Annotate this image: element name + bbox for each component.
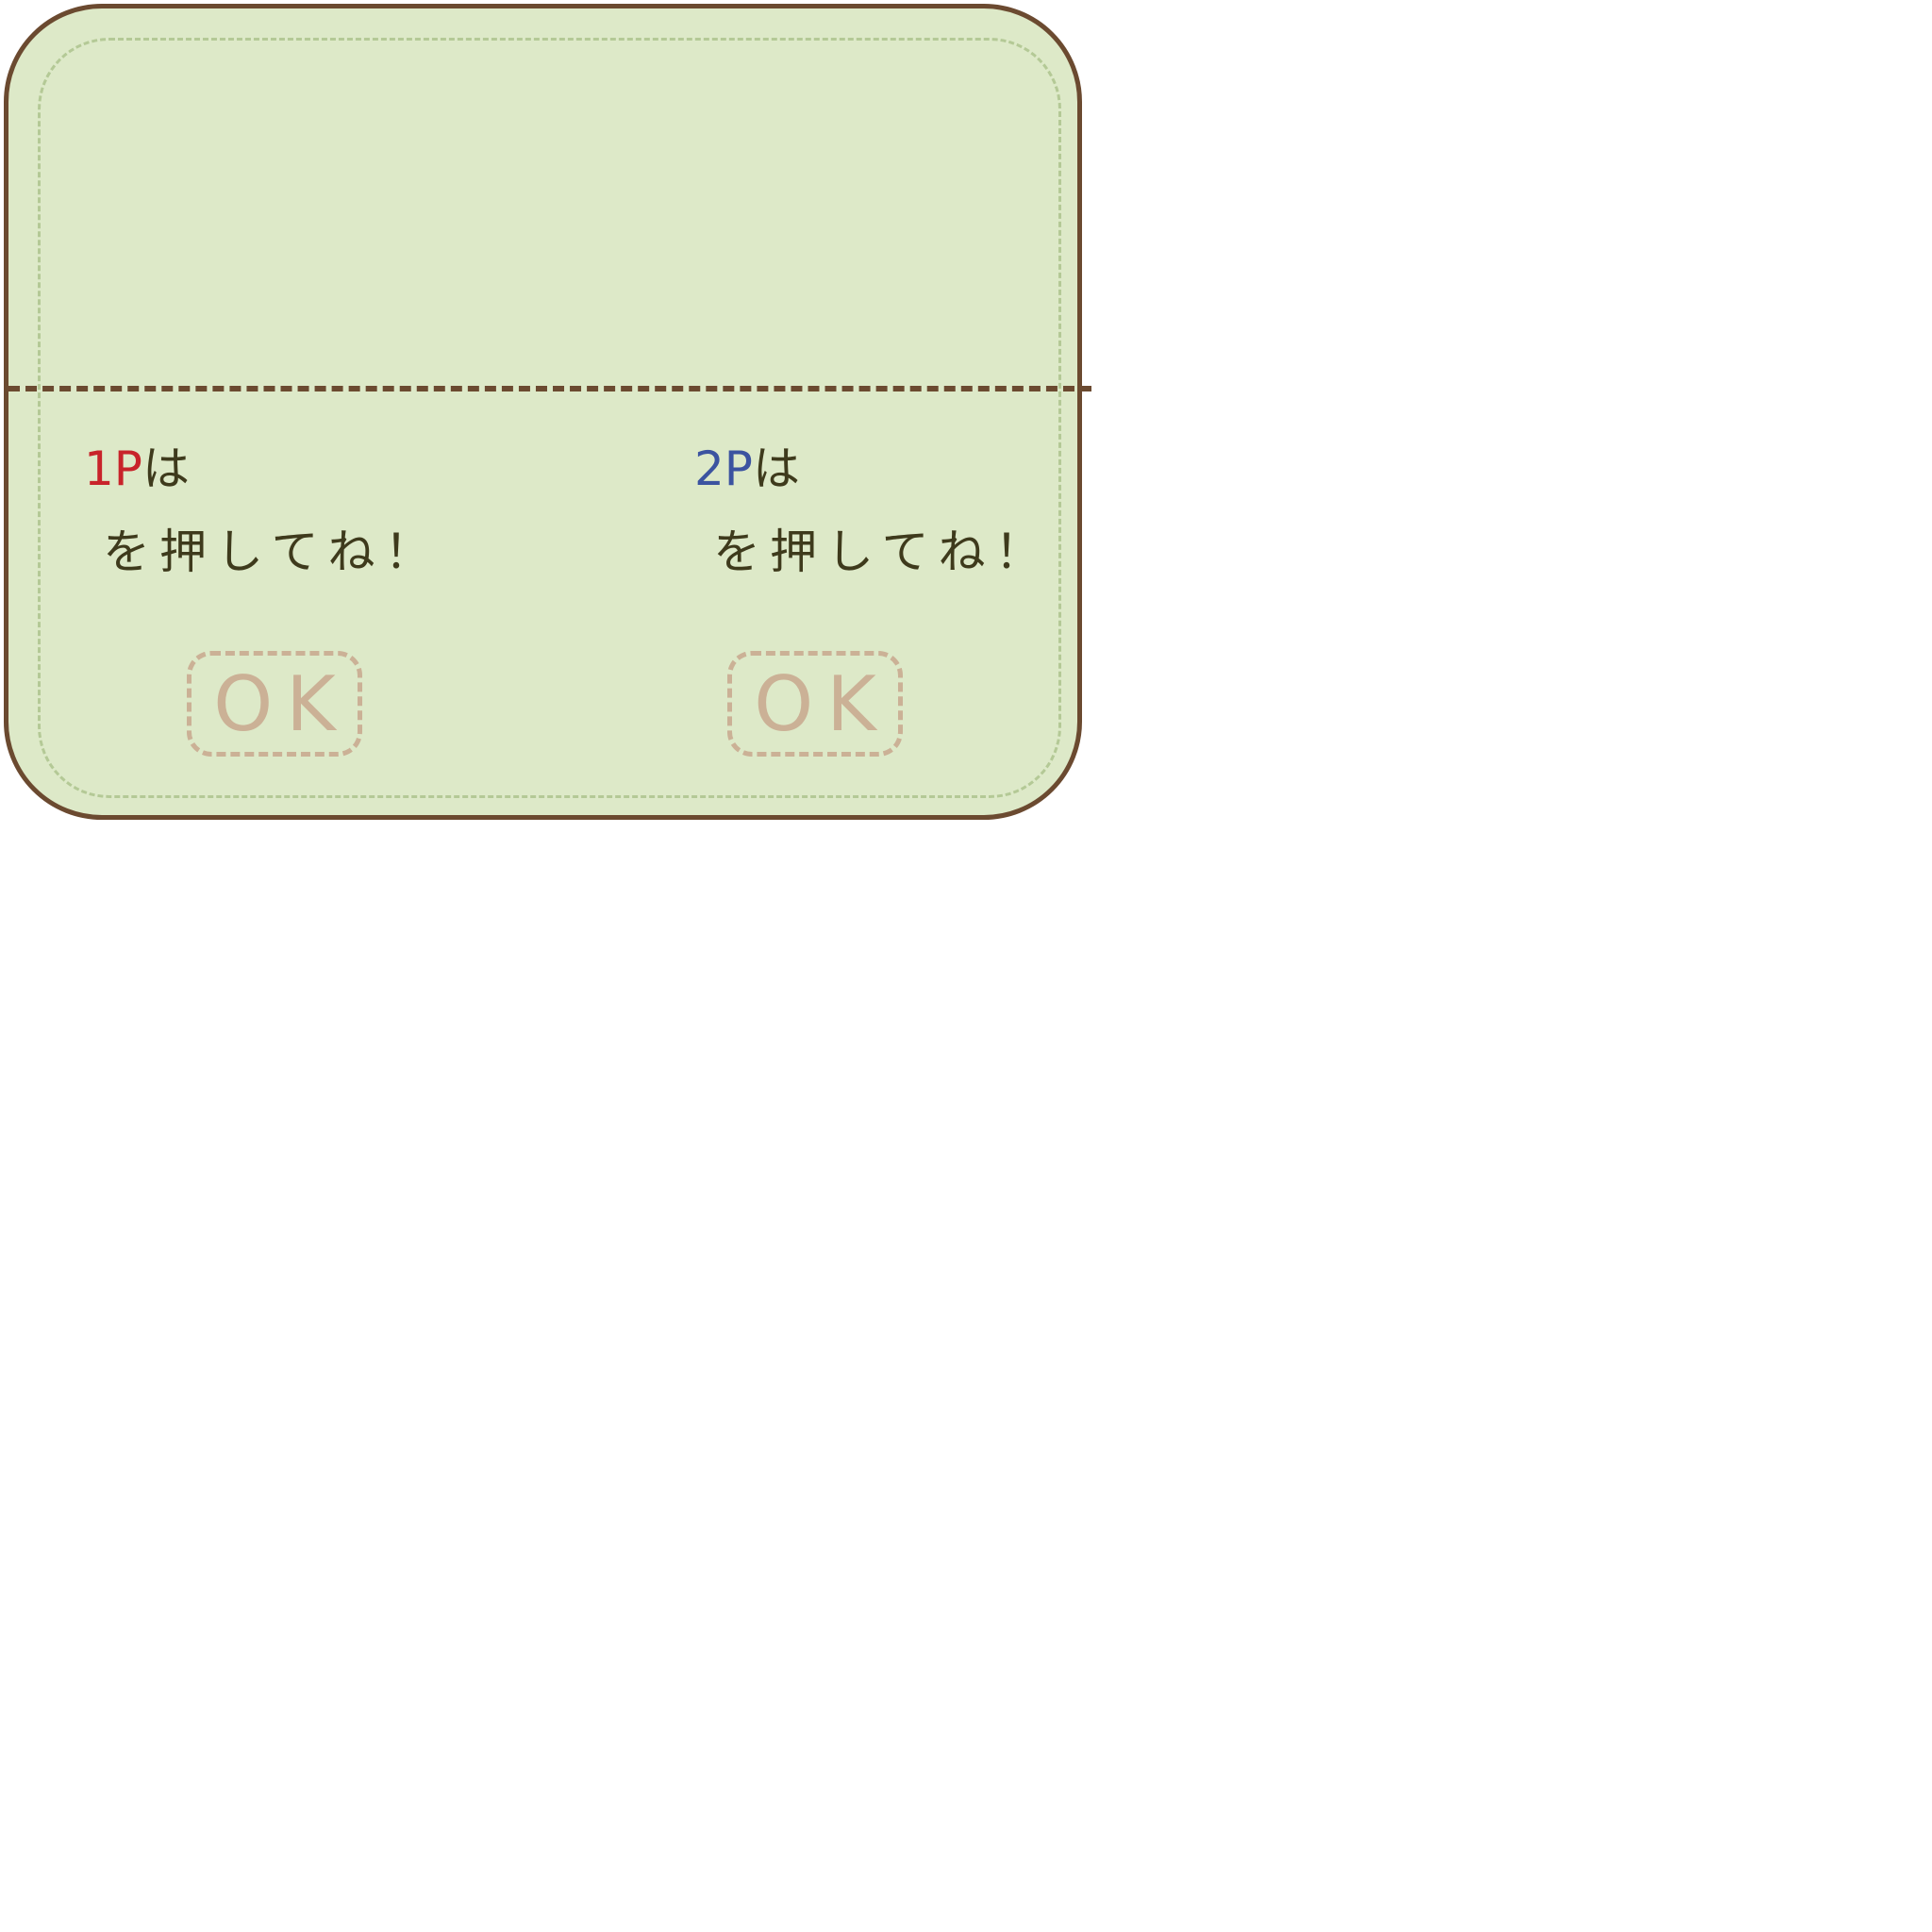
player1-ok-button[interactable]: OK [187, 651, 362, 757]
player2-heading: 2Pは [694, 431, 800, 499]
player2-ok-button[interactable]: OK [727, 651, 903, 757]
player2-tag: 2P [694, 441, 753, 496]
player1-heading: 1Pは [84, 431, 190, 499]
player1-instruction: を押してね！ [103, 525, 441, 579]
player2-particle: は [752, 441, 800, 496]
player1-tag: 1P [84, 441, 142, 496]
player1-ok-label: OK [213, 659, 349, 748]
player-select-panel: 1Pは を押してね！ 2Pは を押してね！ OK OK [4, 4, 1091, 820]
panel-divider [8, 386, 1091, 391]
player1-particle: は [142, 441, 190, 496]
player2-ok-label: OK [754, 659, 890, 748]
player2-instruction: を押してね！ [713, 525, 1052, 579]
